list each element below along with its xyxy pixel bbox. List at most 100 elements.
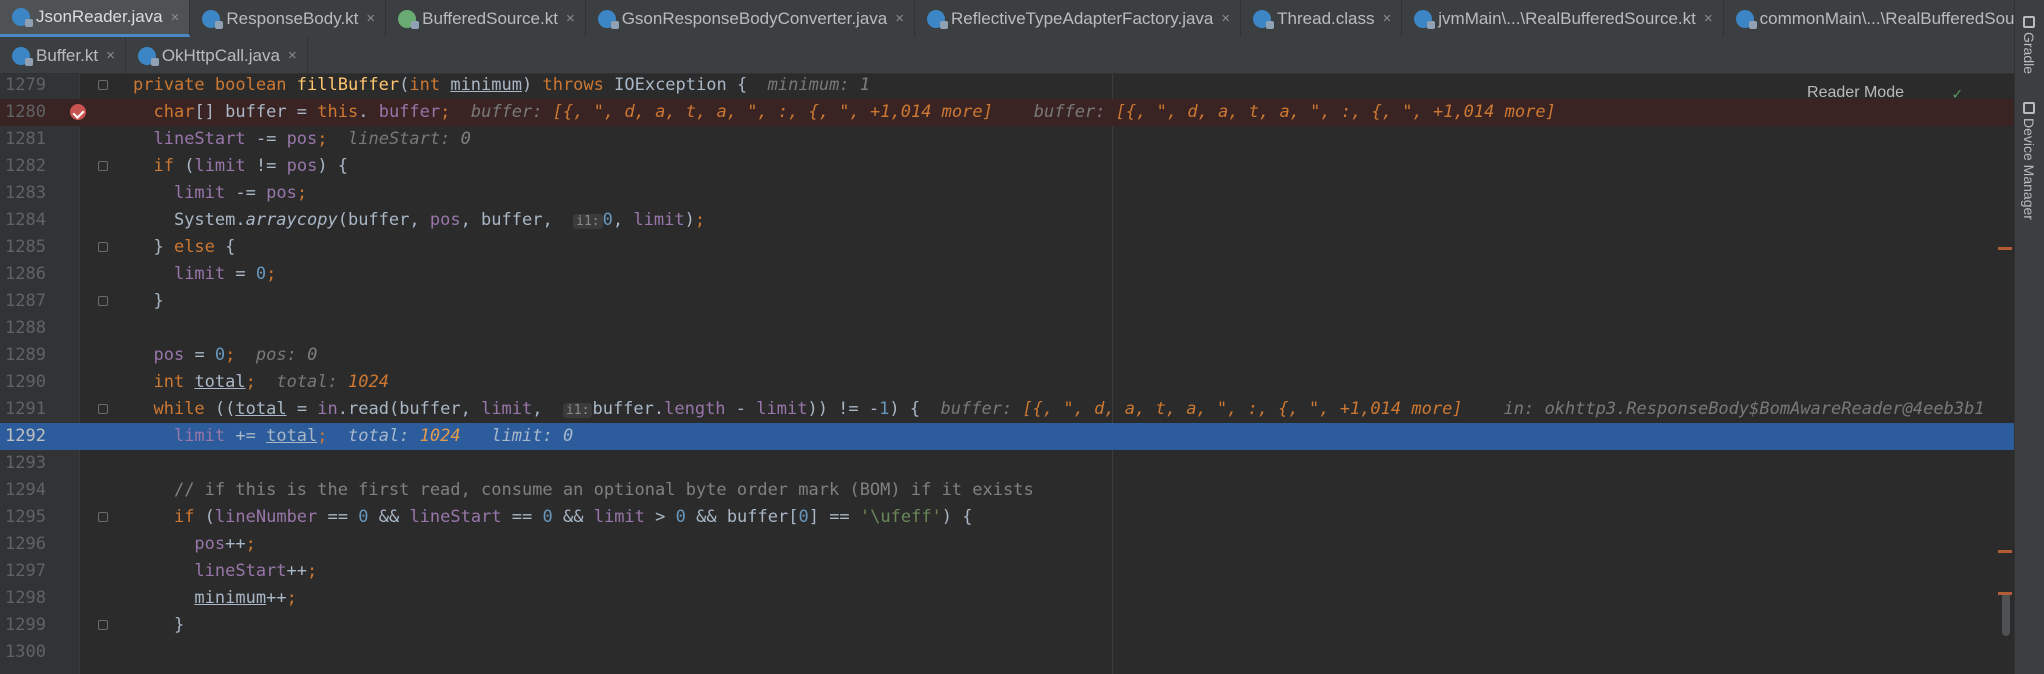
code-token: = — [184, 345, 215, 365]
code-token: . — [358, 102, 379, 122]
code-line[interactable]: 1279 private boolean fillBuffer(int minim… — [0, 74, 2014, 99]
tab-buffer-kt[interactable]: Buffer.kt × — [0, 37, 126, 74]
code-line[interactable]: 1281 lineStart -= pos; lineStart: 0 — [0, 126, 2014, 153]
fold-marker-icon[interactable] — [98, 80, 108, 90]
tab-responsebody-kt[interactable]: ResponseBody.kt × — [190, 0, 387, 37]
code-line[interactable]: 1294 // if this is the first read, consu… — [0, 477, 2014, 504]
close-icon[interactable]: × — [566, 10, 575, 27]
code-line[interactable]: 1282 if (limit != pos) { — [0, 153, 2014, 180]
current-execution-line[interactable]: 1292 limit += total; total: 1024 limit: … — [0, 423, 2014, 450]
tab-bufferedsource-kt[interactable]: BufferedSource.kt × — [386, 0, 586, 37]
reader-mode-button[interactable]: Reader Mode — [1807, 84, 1904, 102]
code-token: { — [225, 237, 236, 257]
code-line[interactable]: 1298 minimum++; — [0, 585, 2014, 612]
code-line[interactable]: 1284 System.arraycopy(buffer, pos, buffe… — [0, 207, 2014, 234]
code-token: (buffer, — [337, 210, 430, 230]
code-token: ++ — [225, 534, 246, 554]
code-token: ) { — [941, 507, 973, 527]
code-token: ( — [184, 156, 195, 176]
breakpoint-line[interactable]: 1280 char[] buffer = this. buffer; buffe… — [0, 99, 2014, 126]
error-stripe-marker[interactable] — [1998, 550, 2012, 553]
code-line[interactable]: 1293 — [0, 450, 2014, 477]
tab-commonmain-realbufferedsource-kt[interactable]: commonMain\...\RealBufferedSource.kt× — [1724, 0, 2044, 37]
code-token: lineStart — [153, 129, 246, 149]
code-line[interactable]: 1291 while ((total = in.read(buffer, lim… — [0, 396, 2014, 423]
code-token: != — [245, 156, 287, 176]
close-icon[interactable]: × — [1221, 10, 1230, 27]
line-number: 1296 — [5, 534, 46, 554]
code-token: int — [153, 372, 195, 392]
gradle-tool-button[interactable]: Gradle — [2021, 16, 2037, 74]
code-line[interactable]: 1285 } else { — [0, 234, 2014, 261]
error-stripe-marker[interactable] — [1998, 592, 2012, 595]
code-token: .read(buffer, — [337, 399, 482, 419]
tab-reflectivetypeadapterfactory-java[interactable]: ReflectiveTypeAdapterFactory.java × — [915, 0, 1242, 37]
code-token: ++ — [286, 561, 308, 581]
line-number: 1288 — [5, 318, 46, 338]
code-token: fillBuffer — [296, 75, 400, 95]
fold-marker-icon[interactable] — [98, 161, 108, 171]
close-icon[interactable]: × — [366, 10, 375, 27]
close-icon[interactable]: × — [895, 10, 904, 27]
tab-jsonreader-java[interactable]: JsonReader.java × — [0, 0, 191, 37]
tab-label: ResponseBody.kt — [226, 8, 359, 28]
close-icon[interactable]: × — [1382, 10, 1391, 27]
tab-label: jvmMain\...\RealBufferedSource.kt — [1438, 8, 1696, 28]
code-line[interactable]: 1283 limit -= pos; — [0, 180, 2014, 207]
code-token: total — [235, 399, 287, 419]
code-line[interactable]: 1290 int total; total: 1024 — [0, 369, 2014, 396]
device-manager-tool-button[interactable]: Device Manager — [2021, 102, 2037, 220]
tab-label: ReflectiveTypeAdapterFactory.java — [951, 8, 1214, 28]
error-stripe-marker[interactable] — [1998, 247, 2012, 250]
code-token: 0 — [542, 507, 553, 527]
code-line[interactable]: 1297 lineStart++; — [0, 558, 2014, 585]
tab-thread-class[interactable]: Thread.class × — [1241, 0, 1403, 37]
fold-marker-icon[interactable] — [98, 242, 108, 252]
code-line[interactable]: 1288 — [0, 315, 2014, 342]
code-line[interactable]: 1286 limit = 0; — [0, 261, 2014, 288]
close-icon[interactable]: × — [106, 47, 115, 64]
fold-marker-icon[interactable] — [98, 512, 108, 522]
line-number: 1283 — [5, 183, 46, 203]
editor-scrollbar-thumb[interactable] — [2002, 592, 2010, 636]
code-editor[interactable]: 1279 private boolean fillBuffer(int minim… — [0, 74, 2014, 674]
fold-marker-icon[interactable] — [98, 620, 108, 630]
code-line[interactable]: 1299 } — [0, 612, 2014, 639]
close-icon[interactable]: × — [288, 47, 297, 64]
code-token: ( — [204, 507, 215, 527]
code-text: limit -= pos; — [133, 180, 307, 207]
tab-gsonresponsebodyconverter-java[interactable]: GsonResponseBodyConverter.java × — [586, 0, 916, 37]
editor-tab-bar: JsonReader.java × ResponseBody.kt × Buffered… — [0, 0, 2044, 74]
tab-label: commonMain\...\RealBufferedSource.kt — [1759, 8, 2044, 28]
code-text: limit = 0; — [133, 261, 276, 288]
code-text: if (lineNumber == 0 && lineStart == 0 &&… — [133, 504, 973, 531]
code-line[interactable]: 1296 pos++; — [0, 531, 2014, 558]
close-icon[interactable]: × — [171, 9, 180, 26]
close-icon[interactable]: × — [1704, 10, 1713, 27]
parameter-inlay-hint: i1: — [562, 403, 593, 418]
breakpoint-icon[interactable] — [70, 104, 86, 120]
code-token: -= — [225, 183, 267, 203]
tab-jvmmain-realbufferedsource-kt[interactable]: jvmMain\...\RealBufferedSource.kt × — [1402, 0, 1724, 37]
tab-label: BufferedSource.kt — [422, 8, 558, 28]
line-number: 1280 — [5, 102, 46, 122]
code-line[interactable]: 1295 if (lineNumber == 0 && lineStart ==… — [0, 504, 2014, 531]
java-file-icon — [202, 9, 224, 29]
tab-okhttpcall-java[interactable]: OkHttpCall.java × — [126, 37, 308, 74]
gradle-icon — [2023, 16, 2035, 28]
code-token: ; — [694, 210, 706, 230]
line-number: 1295 — [5, 507, 46, 527]
line-number: 1284 — [5, 210, 46, 230]
code-line[interactable]: 1287 } — [0, 288, 2014, 315]
inspection-ok-icon[interactable]: ✓ — [1952, 84, 1962, 103]
code-text: int total; total: 1024 — [133, 369, 388, 396]
fold-marker-icon[interactable] — [98, 404, 108, 414]
code-line[interactable]: 1300 — [0, 639, 2014, 666]
fold-marker-icon[interactable] — [98, 296, 108, 306]
code-line[interactable]: 1289 pos = 0; pos: 0 — [0, 342, 2014, 369]
code-token: && — [552, 507, 594, 527]
